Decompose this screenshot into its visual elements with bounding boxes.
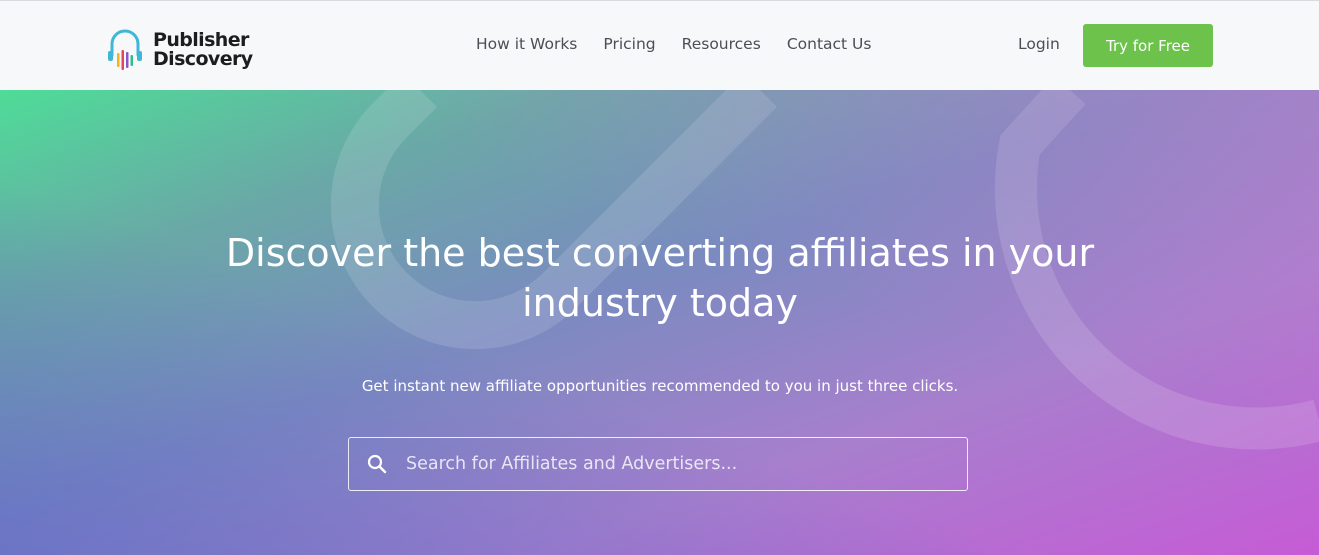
search-bar[interactable] [348,437,968,491]
hero-title: Discover the best converting affiliates … [225,231,1095,325]
login-link[interactable]: Login [1018,35,1060,53]
nav-link-resources[interactable]: Resources [682,35,761,53]
nav-link-how-it-works[interactable]: How it Works [476,35,577,53]
brand-name: Publisher Discovery [153,31,253,69]
try-for-free-button[interactable]: Try for Free [1083,24,1213,67]
hero-subtitle: Get instant new affiliate opportunities … [361,377,959,395]
search-input[interactable] [406,444,946,484]
main-nav: How it Works Pricing Resources Contact U… [476,35,897,53]
brand-logo[interactable]: Publisher Discovery [107,29,253,71]
headphones-bars-icon [108,29,142,70]
search-icon[interactable] [367,454,387,474]
navbar: Publisher Discovery How it Works Pricing… [0,1,1319,90]
hero-section: Discover the best converting affiliates … [0,90,1319,555]
nav-link-pricing[interactable]: Pricing [603,35,655,53]
brand-name-line2: Discovery [153,48,253,70]
nav-link-contact-us[interactable]: Contact Us [787,35,872,53]
